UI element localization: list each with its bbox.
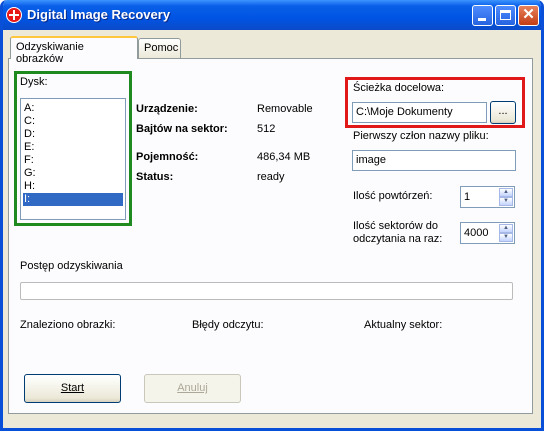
sectors-spinner[interactable]: 4000 ▲ ▼ <box>460 222 515 244</box>
filename-prefix-label: Pierwszy człon nazwy pliku: <box>353 130 489 142</box>
bytes-per-sector-value: 512 <box>257 123 276 135</box>
close-button[interactable]: ✕ <box>518 5 539 26</box>
filename-prefix-input[interactable]: image <box>352 150 516 171</box>
start-button[interactable]: Start <box>24 374 121 403</box>
drive-listbox[interactable]: A: C: D: E: F: G: H: I: <box>20 98 126 220</box>
sectors-down-icon[interactable]: ▼ <box>499 233 513 242</box>
retries-label: Ilość powtórzeń: <box>353 190 433 202</box>
destination-label: Ścieżka docelowa: <box>353 82 445 94</box>
status-value: ready <box>257 171 285 183</box>
start-button-label: Start <box>60 382 85 394</box>
found-images-label: Znaleziono obrazki: <box>20 319 116 331</box>
cancel-button[interactable]: Anuluj <box>144 374 241 403</box>
read-errors-label: Błędy odczytu: <box>192 319 264 331</box>
disk-label: Dysk: <box>20 76 48 88</box>
minimize-icon <box>478 18 486 21</box>
drive-item-f[interactable]: F: <box>23 154 123 167</box>
drive-item-c[interactable]: C: <box>23 115 123 128</box>
sectors-label-line2: odczytania na raz: <box>353 233 443 245</box>
current-sector-label: Aktualny sektor: <box>364 319 443 331</box>
close-icon: ✕ <box>522 6 535 23</box>
maximize-button[interactable] <box>495 5 516 26</box>
device-label: Urządzenie: <box>136 103 198 115</box>
device-value: Removable <box>257 103 313 115</box>
sectors-label-line1: Ilość sektorów do <box>353 220 438 232</box>
tab-image-recovery[interactable]: Odzyskiwanie obrazków <box>10 36 138 65</box>
sectors-value: 4000 <box>464 227 489 239</box>
status-label: Status: <box>136 171 174 183</box>
bytes-per-sector-label: Bajtów na sektor: <box>136 123 228 135</box>
drive-item-i-selected[interactable]: I: <box>23 193 123 206</box>
retries-down-icon[interactable]: ▼ <box>499 197 513 206</box>
cancel-button-label: Anuluj <box>177 382 208 394</box>
drive-item-h[interactable]: H: <box>23 180 123 193</box>
drive-item-g[interactable]: G: <box>23 167 123 180</box>
progress-label: Postęp odzyskiwania <box>20 260 123 272</box>
recovery-progress-bar <box>20 282 513 300</box>
minimize-button[interactable] <box>472 5 493 26</box>
window-title: Digital Image Recovery <box>27 7 171 22</box>
drive-item-e[interactable]: E: <box>23 141 123 154</box>
sectors-up-icon[interactable]: ▲ <box>499 224 513 233</box>
tab-help[interactable]: Pomoc <box>138 38 181 58</box>
retries-up-icon[interactable]: ▲ <box>499 188 513 197</box>
retries-spinner[interactable]: 1 ▲ ▼ <box>460 186 515 208</box>
drive-item-d[interactable]: D: <box>23 128 123 141</box>
app-red-cross-icon <box>6 7 22 23</box>
destination-path-input[interactable]: C:\Moje Dokumenty <box>352 102 487 123</box>
title-bar: Digital Image Recovery ✕ <box>3 0 541 30</box>
retries-value: 1 <box>464 191 471 203</box>
drive-item-a[interactable]: A: <box>23 102 123 115</box>
browse-button[interactable]: ... <box>490 101 516 124</box>
maximize-icon <box>500 10 511 20</box>
capacity-value: 486,34 MB <box>257 151 311 163</box>
capacity-label: Pojemność: <box>136 151 199 163</box>
